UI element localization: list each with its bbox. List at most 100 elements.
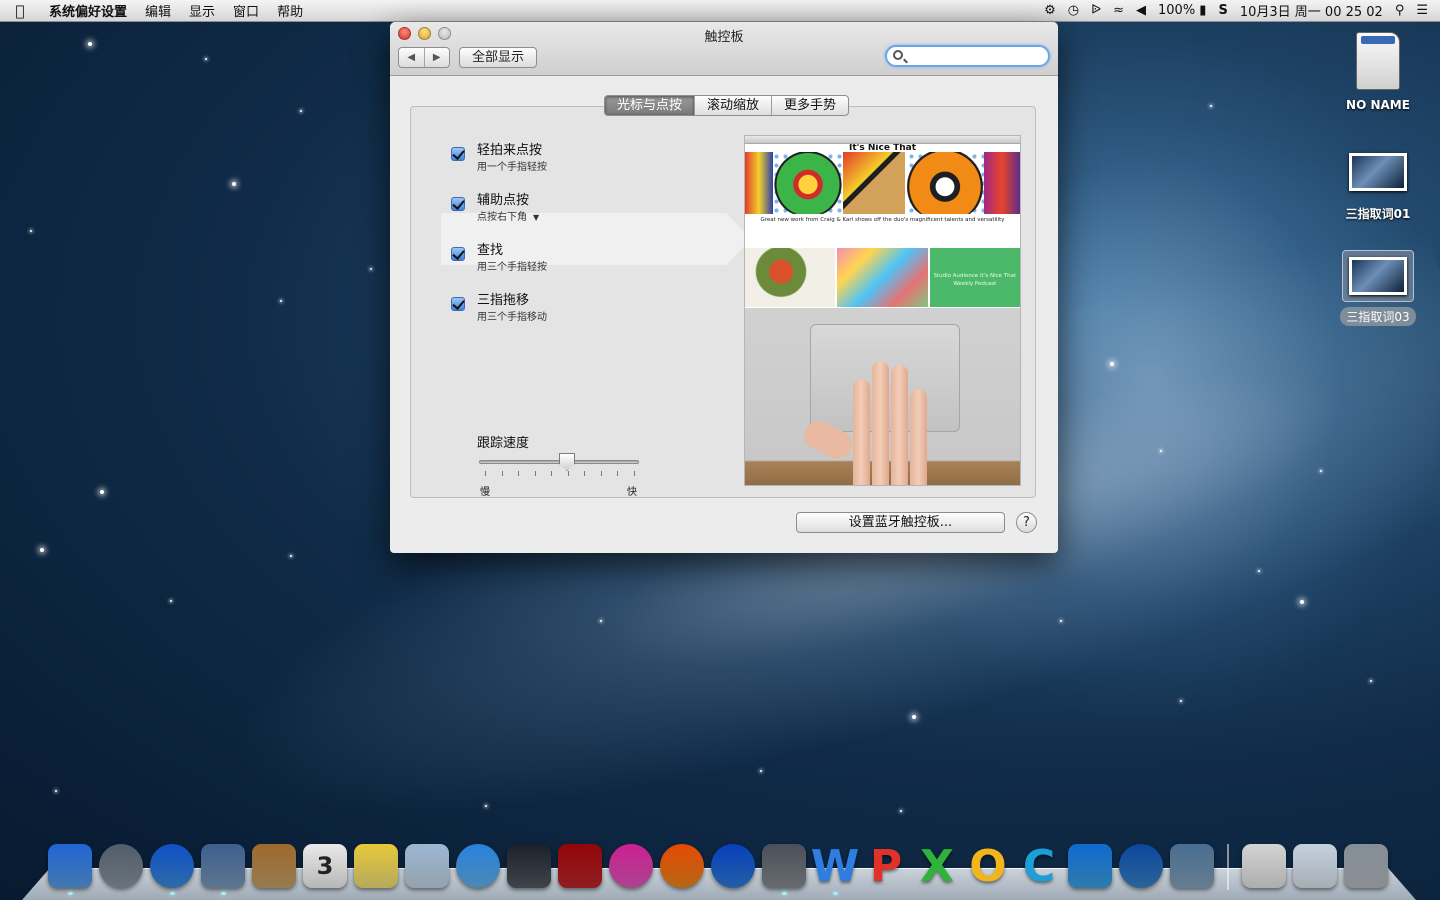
photo-booth-icon[interactable] [558,844,602,888]
running-indicator [68,892,73,895]
option-title: 查找 [477,243,504,258]
communicator-icon[interactable]: C [1017,841,1061,892]
powerpoint-icon[interactable]: P [864,841,908,892]
three-finger-drag-checkbox[interactable] [451,297,465,311]
secondary-click-dropdown[interactable]: 点按右下角 ▼ [477,208,539,223]
sync-icon[interactable]: ⚙ [1044,3,1056,18]
option-title: 轻拍来点按 [477,143,543,158]
slow-label: 慢 [480,487,490,498]
trash-icon[interactable] [1344,844,1388,888]
ibooks-icon[interactable] [660,844,704,888]
selection-highlight [1342,250,1414,302]
desktop-icon-screenshot-01[interactable]: 三指取词01 [1333,153,1423,222]
back-forward-control: ◀ ▶ [398,47,450,68]
screenshot-stack-icon[interactable] [1293,844,1337,888]
excel-icon[interactable]: X [915,841,959,892]
preview-tiles: Studio Audience It's Nice That Weekly Po… [745,248,1020,307]
preview-site-title: It's Nice That [848,144,916,152]
input-method-icon[interactable]: S [1218,3,1227,18]
dock-separator [1227,844,1229,890]
option-subtitle: 点按右下角 [477,212,527,223]
itunes-icon[interactable] [609,844,653,888]
outlook-icon[interactable]: O [966,841,1010,892]
option-subtitle: 用三个手指轻按 [477,262,547,273]
app-store-icon[interactable] [711,844,755,888]
option-title: 辅助点按 [477,193,530,208]
word-icon[interactable]: W [811,841,859,895]
window-content: 轻拍来点按 用一个手指轻按 辅助点按 点按右下角 ▼ 查找 用三个手指轻按 三指拖… [390,77,1058,553]
desktop-icon-screenshot-03[interactable]: 三指取词03 [1333,250,1423,326]
tab-point-and-click[interactable]: 光标与点按 [605,96,695,115]
menu-bar:  系统偏好设置 编辑 显示 窗口 帮助 ⚙ ◷ ᐉ ≈ ◀ 100% ▮ S … [0,0,1440,22]
menu-extras: ⚙ ◷ ᐉ ≈ ◀ 100% ▮ S 10月3日 周一 00 25 02 ⚲ ☰ [1044,1,1440,20]
search-icon [893,50,903,60]
running-indicator [221,892,226,895]
preview-browser-toolbar [745,136,1020,144]
help-button[interactable]: ? [1016,512,1037,533]
window-title: 触控板 [704,30,744,45]
launchpad-icon[interactable] [99,844,143,888]
fast-label: 快 [627,487,637,498]
menu-app-name[interactable]: 系统偏好设置 [40,1,136,20]
running-indicator [170,892,175,895]
battery-status[interactable]: 100% ▮ [1158,3,1206,18]
remote-desktop-icon[interactable] [1170,844,1214,888]
option-title: 三指拖移 [477,293,530,308]
trackpad-preferences-window: 触控板 ◀ ▶ 全部显示 轻拍来点按 用一个手指轻按 辅助点按 点按右下角 ▼ [390,22,1058,553]
desktop-icon-label: NO NAME [1346,98,1410,112]
look-up-checkbox[interactable] [451,247,465,261]
safari-icon[interactable] [150,844,194,895]
volume-icon[interactable]: ◀ [1136,3,1146,18]
document-stack-icon[interactable] [1242,844,1286,888]
menu-clock[interactable]: 10月3日 周一 00 25 02 [1240,1,1383,20]
window-toolbar: 触控板 ◀ ▶ 全部显示 [390,22,1058,76]
option-secondary-click[interactable]: 辅助点按 点按右下角 ▼ [441,177,741,223]
sd-card-icon [1356,32,1400,90]
menu-window[interactable]: 窗口 [224,1,268,20]
notification-center-icon[interactable]: ☰ [1416,3,1428,18]
notes-icon[interactable] [354,844,398,888]
option-three-finger-drag[interactable]: 三指拖移 用三个手指移动 [441,277,741,323]
desktop-icon-drive[interactable]: NO NAME [1333,32,1423,112]
tab-bar: 光标与点按 滚动缩放 更多手势 [604,95,850,116]
setup-bluetooth-trackpad-button[interactable]: 设置蓝牙触控板... [796,512,1005,533]
system-preferences-icon[interactable] [762,844,806,895]
desktop-icon-label: 三指取词03 [1340,307,1416,326]
menu-view[interactable]: 显示 [180,1,224,20]
wifi-icon[interactable]: ≈ [1113,3,1124,18]
calendar-icon[interactable]: 3 [303,844,347,888]
tap-to-click-checkbox[interactable] [451,147,465,161]
finder-icon[interactable] [48,844,92,895]
tab-scroll-and-zoom[interactable]: 滚动缩放 [694,96,771,115]
contacts-icon[interactable] [252,844,296,888]
mail-icon[interactable] [201,844,245,895]
option-tap-to-click[interactable]: 轻拍来点按 用一个手指轻按 [441,127,741,173]
tracking-speed-knob[interactable] [559,453,575,471]
messenger-icon[interactable] [1068,844,1112,888]
option-subtitle: 用一个手指轻按 [477,162,547,173]
forward-arrow-icon[interactable]: ▶ [423,48,450,67]
preview-tile-text: Studio Audience It's Nice That Weekly Po… [929,248,1020,307]
apple-menu-icon[interactable]:  [0,2,40,20]
menu-edit[interactable]: 编辑 [136,1,180,20]
time-machine-icon[interactable]: ◷ [1068,3,1079,18]
preview-icon[interactable] [405,844,449,888]
running-indicator [833,892,838,895]
chevron-down-icon: ▼ [533,213,540,222]
preview-browser: It's Nice That Great new work from Craig… [745,136,1020,308]
back-arrow-icon[interactable]: ◀ [399,48,424,67]
spotlight-icon[interactable]: ⚲ [1395,3,1405,18]
show-all-button[interactable]: 全部显示 [459,47,537,68]
screenshot-thumbnail-icon [1349,153,1407,191]
bluetooth-icon[interactable]: ᐉ [1091,3,1101,18]
tab-more-gestures[interactable]: 更多手势 [771,96,848,115]
search-field[interactable] [885,45,1050,67]
facetime-icon[interactable] [507,844,551,888]
tracking-speed-label: 跟踪速度 [477,436,530,451]
messages-icon[interactable] [456,844,500,888]
menu-help[interactable]: 帮助 [268,1,312,20]
secondary-click-checkbox[interactable] [451,197,465,211]
battery-percent: 100% [1158,3,1196,18]
option-look-up[interactable]: 查找 用三个手指轻按 [441,227,741,273]
network-icon[interactable] [1119,844,1163,888]
